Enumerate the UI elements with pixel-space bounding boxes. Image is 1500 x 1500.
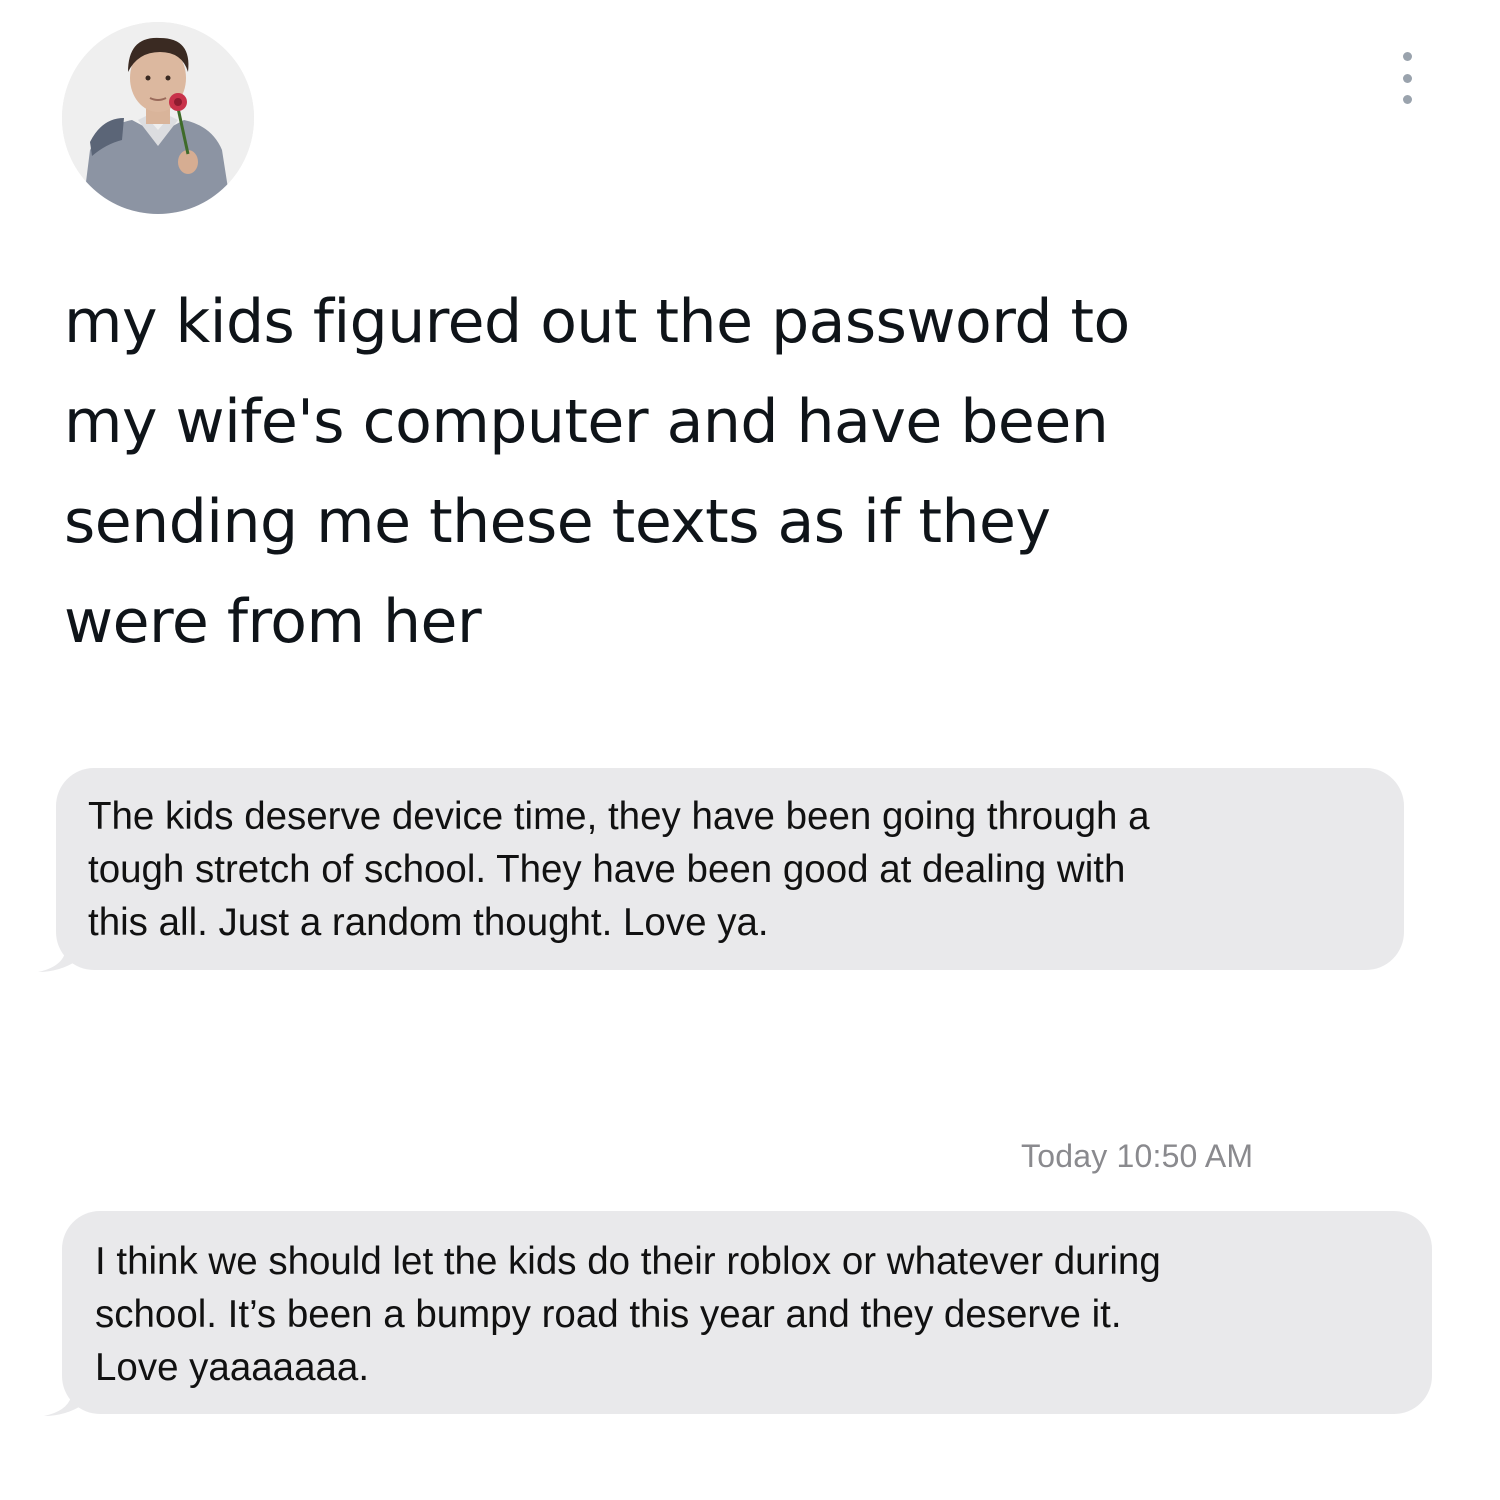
profile-avatar[interactable] bbox=[62, 22, 254, 214]
message-bubble: I think we should let the kids do their … bbox=[62, 1211, 1432, 1414]
message-bubble: The kids deserve device time, they have … bbox=[56, 768, 1404, 970]
tweet-text: my kids figured out the password to my w… bbox=[64, 287, 1130, 657]
avatar-photo-icon bbox=[62, 22, 254, 214]
message-timestamp: Today 10:50 AM bbox=[1021, 1138, 1254, 1174]
menu-dot bbox=[1402, 73, 1412, 83]
more-options-icon[interactable] bbox=[1393, 52, 1421, 104]
menu-dot bbox=[1402, 95, 1412, 104]
menu-dot bbox=[1402, 52, 1412, 61]
